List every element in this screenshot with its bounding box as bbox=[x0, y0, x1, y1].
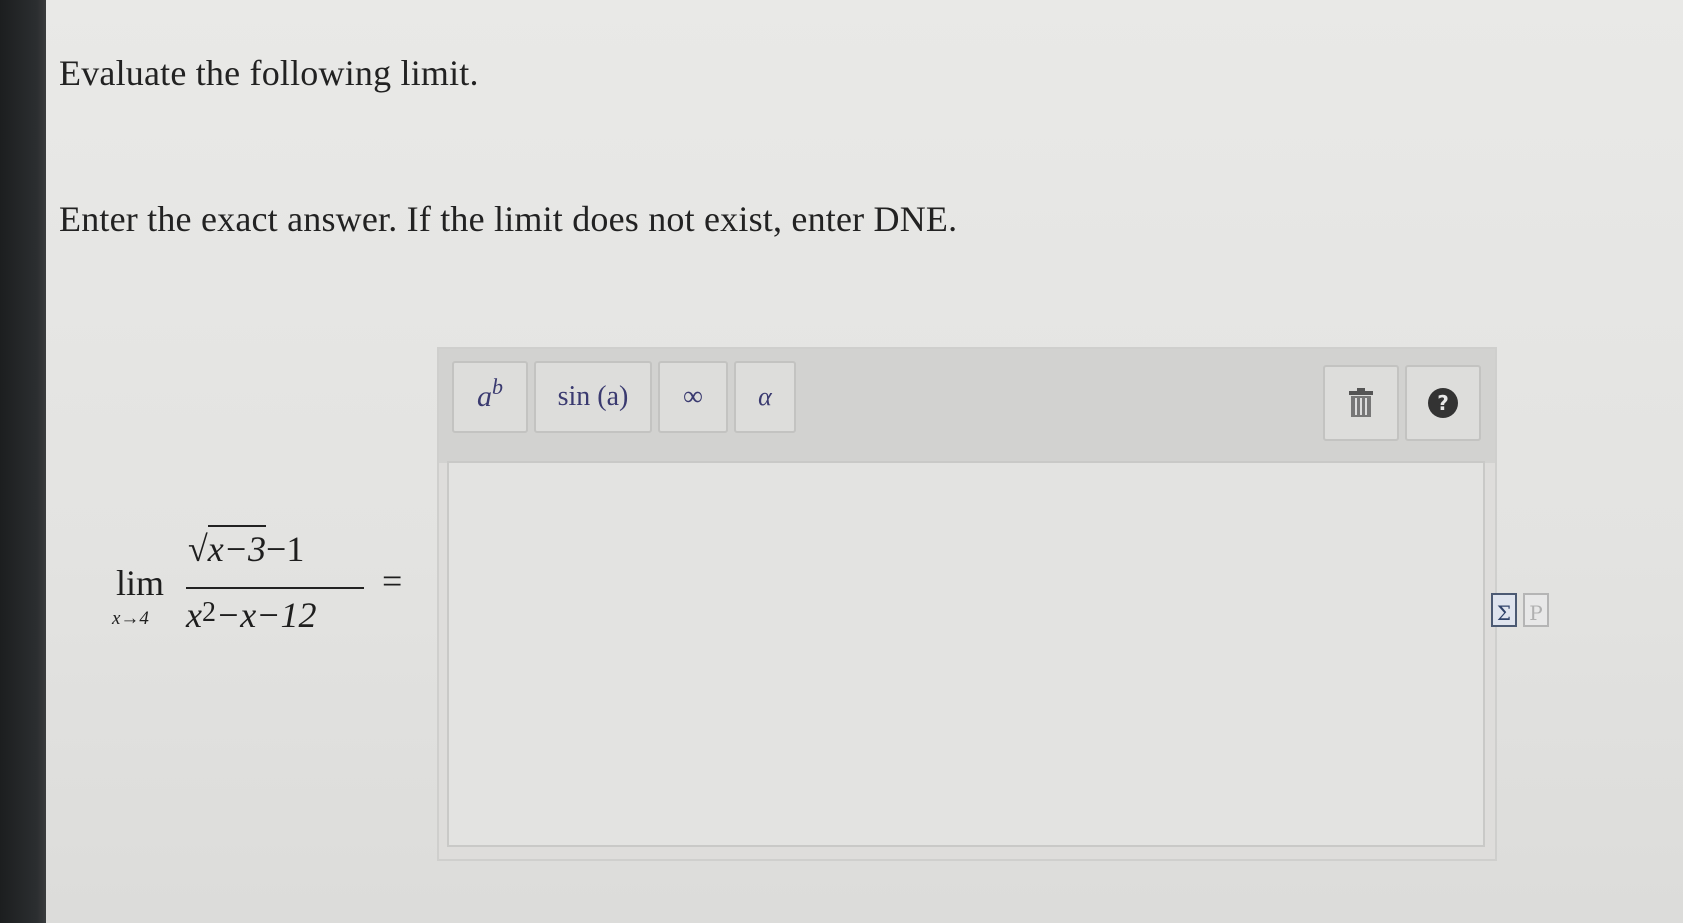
function-button[interactable]: sin (a) bbox=[534, 361, 652, 433]
denominator-exponent: 2 bbox=[201, 597, 216, 628]
answer-input[interactable] bbox=[447, 461, 1485, 847]
fraction-bar bbox=[186, 587, 364, 589]
exponent-button[interactable]: ab bbox=[452, 361, 528, 433]
sqrt-icon: √ bbox=[188, 529, 208, 569]
numerator: √x−3−1 bbox=[188, 525, 305, 570]
lim-subscript: x→4 bbox=[112, 608, 149, 629]
power-base: a bbox=[477, 380, 492, 413]
equals-sign: = bbox=[382, 561, 403, 601]
limit-expression: lim x→4 √x−3−1 x2−x−12 = bbox=[112, 525, 422, 642]
question-prompt: Evaluate the following limit. bbox=[59, 53, 479, 93]
screen-bezel bbox=[0, 0, 46, 923]
denominator-base: x bbox=[186, 595, 202, 635]
math-answer-editor: ab sin (a) ∞ α ? bbox=[437, 347, 1497, 861]
greek-letter-button[interactable]: α bbox=[734, 361, 796, 433]
preview-icon[interactable]: P bbox=[1523, 593, 1549, 627]
lim-operator: lim bbox=[116, 563, 165, 603]
help-button[interactable]: ? bbox=[1405, 365, 1481, 441]
numerator-radicand: x−3 bbox=[207, 525, 267, 569]
numerator-tail: −1 bbox=[266, 529, 305, 569]
math-toolbar: ab sin (a) ∞ α ? bbox=[439, 349, 1495, 463]
question-mark-icon: ? bbox=[1428, 388, 1458, 418]
trash-icon bbox=[1349, 388, 1373, 417]
side-icons: Σ P bbox=[1491, 593, 1549, 627]
equation-editor-icon[interactable]: Σ bbox=[1491, 593, 1517, 627]
clear-button[interactable] bbox=[1323, 365, 1399, 441]
power-exponent: b bbox=[492, 374, 503, 399]
question-instructions: Enter the exact answer. If the limit doe… bbox=[59, 199, 958, 239]
denominator-tail: −x−12 bbox=[215, 595, 317, 635]
denominator: x2−x−12 bbox=[186, 594, 317, 636]
infinity-button[interactable]: ∞ bbox=[658, 361, 728, 433]
